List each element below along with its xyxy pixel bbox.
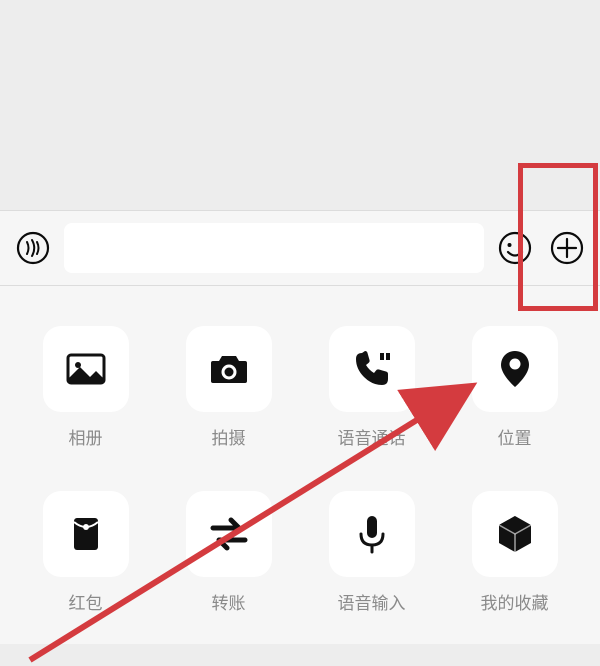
location-icon [472,326,558,412]
attachment-album[interactable]: 相册 [43,326,129,449]
voice-toggle-icon[interactable] [12,227,54,269]
voicecall-icon [329,326,415,412]
plus-icon[interactable] [546,227,588,269]
attachment-voiceinput[interactable]: 语音输入 [329,491,415,614]
attachment-transfer[interactable]: 转账 [186,491,272,614]
attachment-voicecall[interactable]: 语音通话 [329,326,415,449]
attachment-redpacket[interactable]: 红包 [43,491,129,614]
input-bar [0,210,600,286]
chat-background [0,0,600,210]
attachment-label: 转账 [212,589,246,614]
attachment-favorite[interactable]: 我的收藏 [472,491,558,614]
attachment-label: 位置 [498,424,532,449]
attachment-label: 我的收藏 [481,589,549,614]
camera-icon [186,326,272,412]
emoji-icon[interactable] [494,227,536,269]
attachment-label: 拍摄 [212,424,246,449]
attachment-location[interactable]: 位置 [472,326,558,449]
microphone-icon [329,491,415,577]
attachment-label: 语音输入 [338,589,406,614]
album-icon [43,326,129,412]
attachments-panel: 相册 拍摄 语音通话 位置 红包 [0,286,600,644]
attachment-label: 语音通话 [338,424,406,449]
message-input[interactable] [64,223,484,273]
transfer-icon [186,491,272,577]
attachment-label: 相册 [69,424,103,449]
attachment-label: 红包 [69,589,103,614]
favorite-icon [472,491,558,577]
redpacket-icon [43,491,129,577]
attachment-camera[interactable]: 拍摄 [186,326,272,449]
